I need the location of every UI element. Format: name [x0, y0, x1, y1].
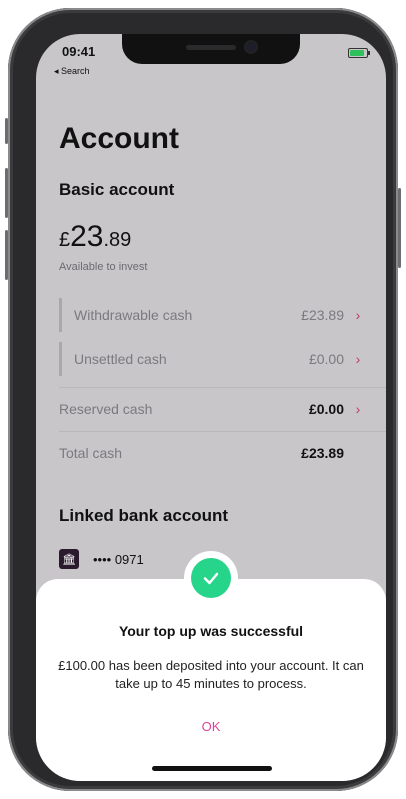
chevron-right-icon: ›: [355, 307, 361, 323]
volume-up-button: [5, 168, 8, 218]
unsettled-cash-row[interactable]: Unsettled cash £0.00 ›: [59, 338, 364, 380]
dialog-body: £100.00 has been deposited into your acc…: [58, 658, 364, 691]
reserved-cash-value: £0.00: [308, 401, 344, 417]
screen: 09:41 ◂ Search Account Basic account £23…: [36, 34, 386, 781]
check-ring: [184, 551, 238, 605]
ok-button[interactable]: OK: [36, 719, 386, 734]
balance-currency: £: [59, 229, 71, 251]
power-button: [398, 188, 401, 268]
reserved-cash-row[interactable]: Reserved cash £0.00 ›: [59, 388, 364, 430]
dialog-headline: Your top up was successful: [118, 623, 304, 639]
phone-frame: 09:41 ◂ Search Account Basic account £23…: [5, 8, 401, 791]
balance-decimal: .89: [103, 229, 132, 251]
bank-account-mask: •••• 0971: [93, 551, 144, 567]
linked-bank-heading: Linked bank account: [59, 506, 229, 525]
silent-switch: [5, 118, 8, 144]
withdrawable-cash-row[interactable]: Withdrawable cash £23.89 ›: [59, 294, 364, 336]
reserved-cash-label: Reserved cash: [59, 401, 153, 417]
check-icon: [191, 558, 231, 598]
basic-account-heading: Basic account: [59, 180, 175, 199]
total-cash-label: Total cash: [59, 445, 123, 461]
balance-integer: 23: [70, 220, 104, 253]
balance: £23.89: [59, 220, 131, 254]
speaker: [186, 45, 236, 50]
indent-bar: [59, 298, 62, 332]
withdrawable-cash-value: £23.89: [301, 307, 344, 323]
status-time: 09:41: [62, 44, 96, 59]
unsettled-cash-value: £0.00: [308, 351, 344, 367]
unsettled-cash-label: Unsettled cash: [74, 351, 167, 367]
total-cash-value: £23.89: [301, 445, 344, 461]
bank-icon: 🏛: [59, 549, 79, 569]
home-indicator[interactable]: [152, 766, 272, 771]
total-cash-row: Total cash £23.89: [59, 432, 364, 474]
indent-bar: [59, 342, 62, 376]
chevron-right-icon: ›: [355, 351, 361, 367]
camera: [246, 42, 256, 52]
balance-caption: Available to invest: [59, 261, 148, 273]
withdrawable-cash-label: Withdrawable cash: [74, 307, 193, 323]
back-to-search-link[interactable]: ◂ Search: [54, 66, 90, 77]
success-sheet: Your top up was successful £100.00 has b…: [36, 551, 386, 781]
volume-down-button: [5, 230, 8, 280]
notch: [122, 34, 300, 64]
linked-bank-item[interactable]: 🏛 •••• 0971: [59, 549, 144, 569]
chevron-right-icon: ›: [355, 401, 361, 417]
page-title: Account: [59, 122, 179, 155]
battery-icon: [348, 48, 370, 58]
